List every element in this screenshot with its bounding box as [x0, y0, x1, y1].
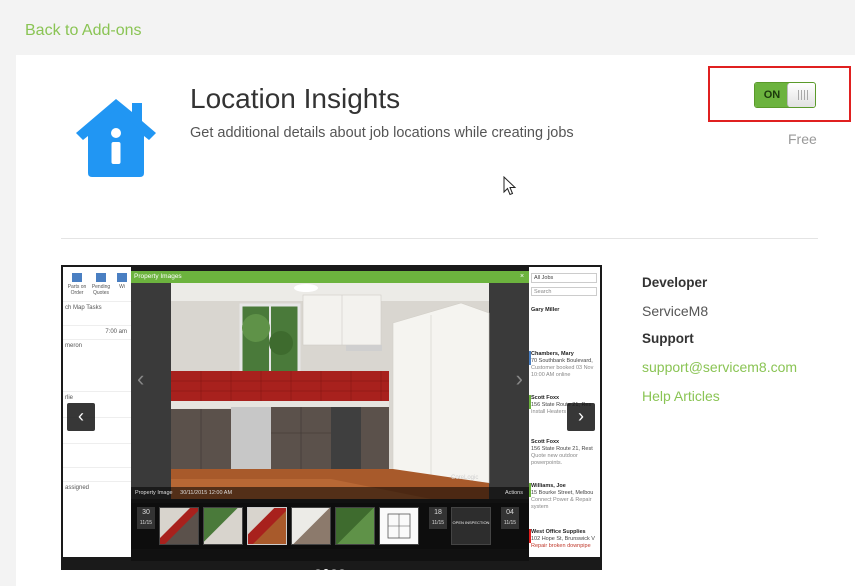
left-time-slot: 7:00 am: [63, 325, 131, 337]
thumbnail-floorplan[interactable]: [379, 507, 419, 545]
photo-watermark: CoreLogic: [451, 475, 479, 481]
thumbnail[interactable]: [335, 507, 375, 545]
toggle-on-label: ON: [755, 83, 789, 107]
kitchen-photo: [131, 283, 529, 499]
left-row-empty: [63, 467, 131, 479]
addon-title: Location Insights: [190, 83, 401, 114]
section-divider: [61, 238, 818, 239]
carousel-dots: [315, 562, 347, 570]
job-entry: Scott Foxx 156 State Route 21, Rest Quote …: [531, 439, 593, 466]
addon-subtitle: Get additional details about job locatio…: [190, 125, 574, 141]
price-label: Free: [788, 131, 817, 147]
thumbnail-sign[interactable]: OPEN INSPECTION: [451, 507, 491, 545]
thumb-date-2: 18 11/15: [429, 507, 447, 529]
photo-actions-link[interactable]: Actions: [505, 487, 523, 499]
carousel-dot[interactable]: [315, 569, 321, 570]
mouse-pointer-icon: [503, 176, 517, 196]
jobs-filter-select: All Jobs: [531, 273, 597, 283]
developer-label: Developer: [642, 275, 708, 290]
photo-prev-arrow-icon[interactable]: ‹: [137, 366, 144, 392]
thumbnail-active[interactable]: [247, 507, 287, 545]
thumbnail[interactable]: [159, 507, 199, 545]
carousel-prev-button[interactable]: ‹: [67, 403, 95, 431]
left-row-assigned: assigned: [63, 481, 131, 493]
toggle-knob[interactable]: [787, 83, 815, 107]
toolbar-pending-quotes: Pending Quotes: [89, 273, 113, 296]
photo-caption-bar: Property Image 30/11/2015 12:00 AM Actio…: [131, 487, 529, 499]
back-to-addons-link[interactable]: Back to Add-ons: [25, 22, 142, 40]
toolbar-wi: Wi: [113, 273, 131, 290]
photo-date: 30/11/2015 12:00 AM: [180, 490, 233, 496]
addon-card: Location Insights Get additional details…: [16, 55, 855, 586]
thumb-date-3: 04 11/15: [501, 507, 519, 529]
job-entry: Chambers, Mary 70 Southbank Boulevard, Cus…: [529, 351, 594, 378]
carousel-next-button[interactable]: ›: [567, 403, 595, 431]
left-tabs: ch Map Tasks: [63, 301, 131, 313]
carousel-dot-active[interactable]: [323, 569, 329, 570]
job-entry: Gary Miller: [531, 307, 560, 313]
help-articles-link[interactable]: Help Articles: [642, 388, 720, 404]
job-entry: West Office Supplies 102 Hope St, Brunswi…: [529, 529, 595, 549]
screenshot-carousel[interactable]: Parts on Order Pending Quotes Wi ch Map …: [61, 265, 602, 570]
modal-close-icon[interactable]: ×: [518, 273, 526, 281]
jobs-search-input: Search: [531, 287, 597, 296]
photo-caption: Property Image: [135, 490, 173, 496]
carousel-dot[interactable]: [339, 569, 345, 570]
support-email-link[interactable]: support@servicem8.com: [642, 359, 797, 375]
carousel-dot[interactable]: [331, 569, 337, 570]
left-row-empty: [63, 443, 131, 455]
thumbnail[interactable]: [203, 507, 243, 545]
modal-title: Property Images: [131, 271, 529, 283]
support-label: Support: [642, 331, 694, 346]
developer-name: ServiceM8: [642, 303, 709, 319]
toolbar-parts-on-order: Parts on Order: [65, 273, 89, 296]
left-row-staff: rlie: [63, 391, 131, 403]
thumbnail[interactable]: [291, 507, 331, 545]
left-row-staff: meron: [63, 339, 131, 351]
property-images-modal: Property Images × ‹ › Property Image 30/…: [131, 271, 529, 561]
thumbnail-strip: 30 11/15 18 11/15 OPEN INSPECTION 04 11/15: [131, 503, 529, 549]
job-entry: Williams, Joe 15 Bourke Street, Melbou Con…: [529, 483, 594, 510]
house-info-icon: [76, 99, 156, 177]
addon-enable-toggle[interactable]: ON: [754, 82, 816, 108]
photo-next-arrow-icon[interactable]: ›: [516, 366, 523, 392]
thumb-date-1: 30 11/15: [137, 507, 155, 529]
